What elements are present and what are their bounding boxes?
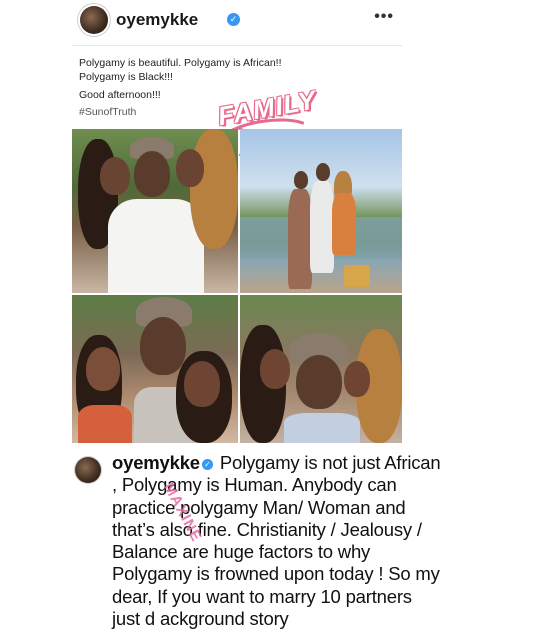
comment-redaction [150,630,235,643]
post-photo-3[interactable] [72,295,238,443]
comment-block: oyemykke ✓ Polygamy is not just African ,… [112,452,442,630]
verified-badge-icon: ✓ [227,13,240,26]
comment-text: Polygamy is not just African , Polygamy … [112,452,441,630]
comment-avatar[interactable] [75,457,101,483]
header-divider [72,45,402,46]
post-photo-4[interactable] [240,295,402,443]
more-options-icon[interactable]: ••• [374,8,394,26]
post-photo-1[interactable] [72,129,238,293]
comment-username[interactable]: oyemykke [112,452,200,473]
post-header: oyemykke ✓ ••• [72,0,402,44]
post-photo-2[interactable] [240,129,402,293]
caption-line: Polygamy is beautiful. Polygamy is Afric… [79,57,282,69]
verified-badge-icon: ✓ [201,459,213,470]
post-username[interactable]: oyemykke [116,10,198,30]
profile-avatar[interactable] [80,6,108,34]
